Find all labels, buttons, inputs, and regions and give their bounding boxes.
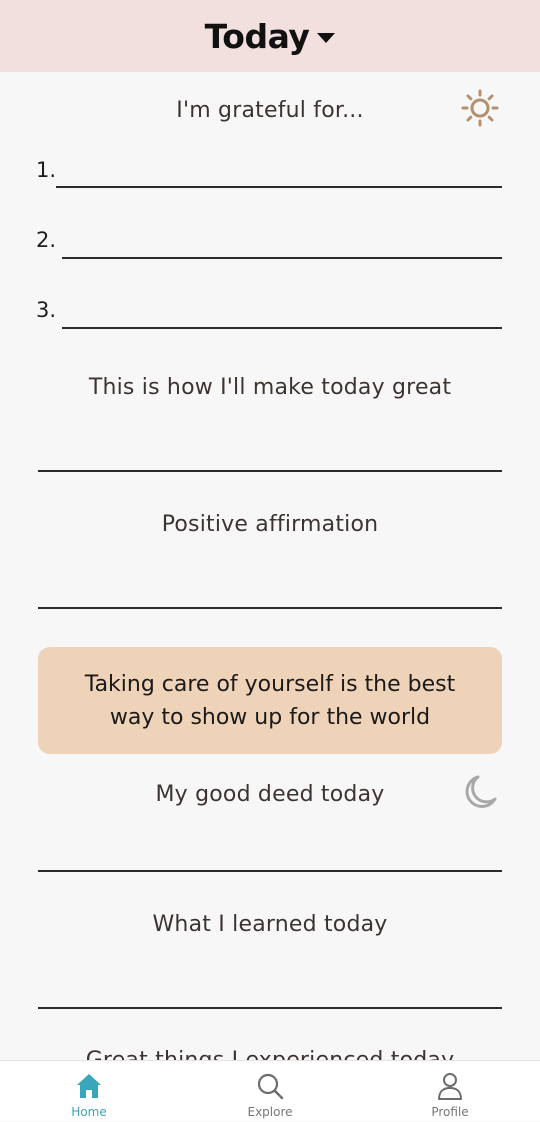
page-title: Today — [204, 16, 310, 56]
home-icon — [77, 1074, 101, 1098]
moon-icon — [465, 775, 497, 808]
date-dropdown[interactable]: Today — [205, 17, 336, 56]
learned-input[interactable] — [38, 1007, 502, 1009]
bottom-nav: Home Explore Profile — [0, 1060, 540, 1121]
gratitude-input-2[interactable] — [62, 257, 502, 259]
quote-text: Taking care of yourself is the best way … — [84, 671, 456, 730]
nav-home[interactable]: Home — [29, 1061, 149, 1122]
user-icon — [438, 1073, 462, 1100]
great-day-title: This is how I'll make today great — [88, 375, 452, 400]
caret-down-icon — [317, 33, 336, 43]
journal-content[interactable]: I'm grateful for... 1. 2. 3. This is how… — [0, 72, 540, 1060]
nav-explore-label: Explore — [247, 1105, 293, 1119]
gratitude-number-1: 1. — [36, 158, 57, 182]
great-things-title: Great things I experienced today — [0, 1048, 540, 1060]
good-deed-title: My good deed today — [155, 782, 385, 807]
gratitude-input-1[interactable] — [56, 186, 502, 188]
header: Today — [0, 0, 540, 72]
good-deed-input[interactable] — [38, 870, 502, 872]
search-icon — [257, 1073, 284, 1100]
sun-icon — [461, 89, 499, 127]
gratitude-input-3[interactable] — [62, 327, 502, 329]
great-day-input[interactable] — [38, 470, 502, 472]
nav-home-label: Home — [71, 1105, 107, 1119]
affirmation-input[interactable] — [38, 607, 502, 609]
affirmation-title: Positive affirmation — [161, 512, 379, 537]
gratitude-title: I'm grateful for... — [176, 98, 364, 123]
gratitude-number-3: 3. — [36, 298, 57, 322]
learned-title: What I learned today — [152, 912, 388, 937]
nav-profile[interactable]: Profile — [390, 1061, 510, 1122]
nav-explore[interactable]: Explore — [210, 1061, 330, 1122]
nav-profile-label: Profile — [431, 1105, 469, 1119]
quote-card: Taking care of yourself is the best way … — [38, 647, 502, 754]
gratitude-number-2: 2. — [36, 228, 57, 252]
